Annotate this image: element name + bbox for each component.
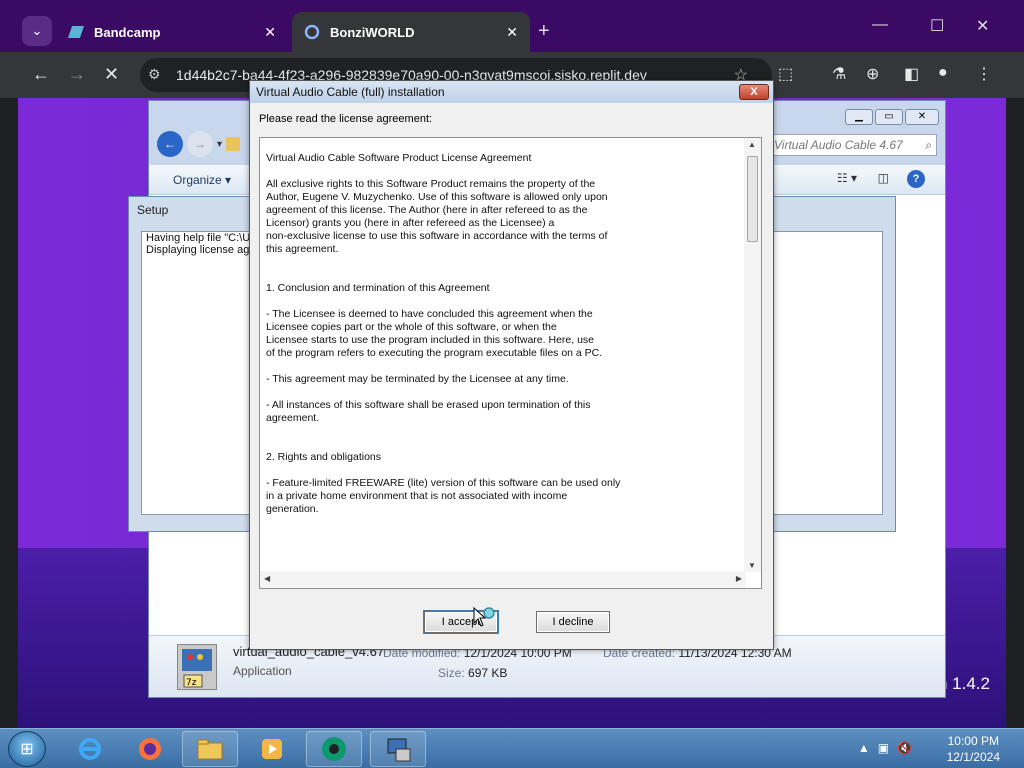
start-button[interactable]: ⊞ [8,731,46,767]
chrome-app-icon[interactable] [306,731,362,767]
explorer-nav: ← → ▾ [157,131,241,157]
firefox-icon[interactable] [122,731,178,767]
decline-button[interactable]: I decline [536,611,610,633]
preview-pane-icon[interactable]: ◫ [878,171,889,185]
svg-text:7z: 7z [186,678,197,688]
dialog-title: Virtual Audio Cable (full) installation [256,85,445,99]
minimize-icon[interactable]: — [872,16,888,34]
installer-taskbar-icon[interactable] [370,731,426,767]
license-prompt: Please read the license agreement: [259,113,433,125]
search-input[interactable]: Virtual Audio Cable 4.67 ⌕ [769,134,937,156]
license-paragraph: - The Licensee is deemed to have conclud… [266,308,603,359]
scroll-right-icon[interactable]: ▶ [736,574,742,583]
close-tab-icon[interactable]: ✕ [264,24,276,41]
back-arrow-icon[interactable]: ← [32,64,50,85]
search-icon[interactable]: ⌕ [925,135,932,155]
volume-muted-icon[interactable]: 🔇 [897,741,912,755]
scroll-left-icon[interactable]: ◀ [264,574,270,583]
extensions-icon[interactable]: ⬚ [778,64,793,84]
tab-title: Bandcamp [94,24,161,40]
explorer-window-controls: ▁ ▭ ✕ [845,109,939,125]
license-heading: Virtual Audio Cable Software Product Lic… [266,152,532,164]
search-placeholder: Virtual Audio Cable 4.67 [774,138,903,152]
dialog-titlebar: Virtual Audio Cable (full) installation … [250,81,773,103]
clock-time: 10:00 PM [947,734,999,748]
folder-icon [226,137,241,151]
side-panel-icon[interactable]: ◧ [904,64,919,84]
views-icon[interactable]: ☷ ▾ [837,171,857,185]
organize-button[interactable]: Organize ▾ [173,173,231,187]
scroll-up-icon[interactable]: ▲ [748,140,756,149]
taskbar: ⊞ ▲ ▣ 🔇 10:00 PM 12/1/2024 [0,728,1024,768]
file-size: Size: 697 KB [438,666,508,680]
site-info-icon[interactable]: ⚙ [148,66,161,83]
chevron-down-icon[interactable]: ▾ [217,139,222,150]
clock-date: 12/1/2024 [946,750,1000,764]
tab-search-button[interactable]: ⌄ [22,16,52,46]
close-tab-icon[interactable]: ✕ [506,24,518,41]
horizontal-scrollbar[interactable]: ◀ ▶ [260,571,746,588]
labs-flask-icon[interactable]: ⚗ [832,64,846,84]
close-icon[interactable]: ✕ [905,109,939,125]
stop-loading-icon[interactable]: ✕ [104,64,119,85]
license-paragraph: - This agreement may be terminated by th… [266,373,569,385]
file-type: Application [233,664,292,678]
help-icon[interactable]: ? [907,170,925,188]
download-icon[interactable]: ⊕ [866,64,879,84]
network-icon[interactable]: ▣ [878,741,889,755]
minimize-icon[interactable]: ▁ [845,109,873,125]
tab-strip: ⌄ Bandcamp ✕ BonziWORLD ✕ + — ☐ ✕ [0,0,1024,52]
installer-app-icon: 7z [177,644,217,690]
system-tray: ▲ ▣ 🔇 [858,741,912,755]
media-player-icon[interactable] [244,731,300,767]
license-text-box[interactable]: Virtual Audio Cable Software Product Lic… [259,137,762,589]
tab-title: BonziWORLD [330,24,415,40]
bonziworld-icon [304,24,320,40]
forward-arrow-icon[interactable]: → [68,64,86,85]
close-window-icon[interactable]: ✕ [976,16,989,36]
license-paragraph: - Feature-limited FREEWARE (lite) versio… [266,477,621,515]
forward-arrow-icon[interactable]: → [187,131,213,157]
profile-avatar-icon[interactable]: ● [938,64,948,82]
show-hidden-icons-icon[interactable]: ▲ [858,741,870,755]
back-arrow-icon[interactable]: ← [157,131,183,157]
license-paragraph: All exclusive rights to this Software Pr… [266,178,608,255]
new-tab-icon[interactable]: + [538,20,550,43]
menu-kebab-icon[interactable]: ⋮ [976,64,992,84]
vertical-scrollbar[interactable]: ▲ ▼ [744,138,761,572]
license-dialog: Virtual Audio Cable (full) installation … [249,80,774,650]
license-section-heading: 2. Rights and obligations [266,451,381,463]
bandcamp-icon [68,24,84,40]
scrollbar-thumb[interactable] [747,156,758,242]
license-section-heading: 1. Conclusion and termination of this Ag… [266,282,490,294]
license-paragraph: - All instances of this software shall b… [266,399,591,424]
license-text: Virtual Audio Cable Software Product Lic… [266,152,738,529]
tab-bonziworld[interactable]: BonziWORLD ✕ [292,12,530,52]
setup-title: Setup [137,203,169,217]
scroll-down-icon[interactable]: ▼ [748,561,756,570]
internet-explorer-icon[interactable] [62,731,118,767]
system-clock[interactable]: 10:00 PM 12/1/2024 [947,733,1000,765]
dialog-close-button[interactable]: X [739,84,769,100]
tab-bandcamp[interactable]: Bandcamp ✕ [56,12,288,52]
busy-cursor-icon [473,606,495,631]
maximize-icon[interactable]: ▭ [875,109,903,125]
file-explorer-icon[interactable] [182,731,238,767]
maximize-icon[interactable]: ☐ [930,16,944,36]
